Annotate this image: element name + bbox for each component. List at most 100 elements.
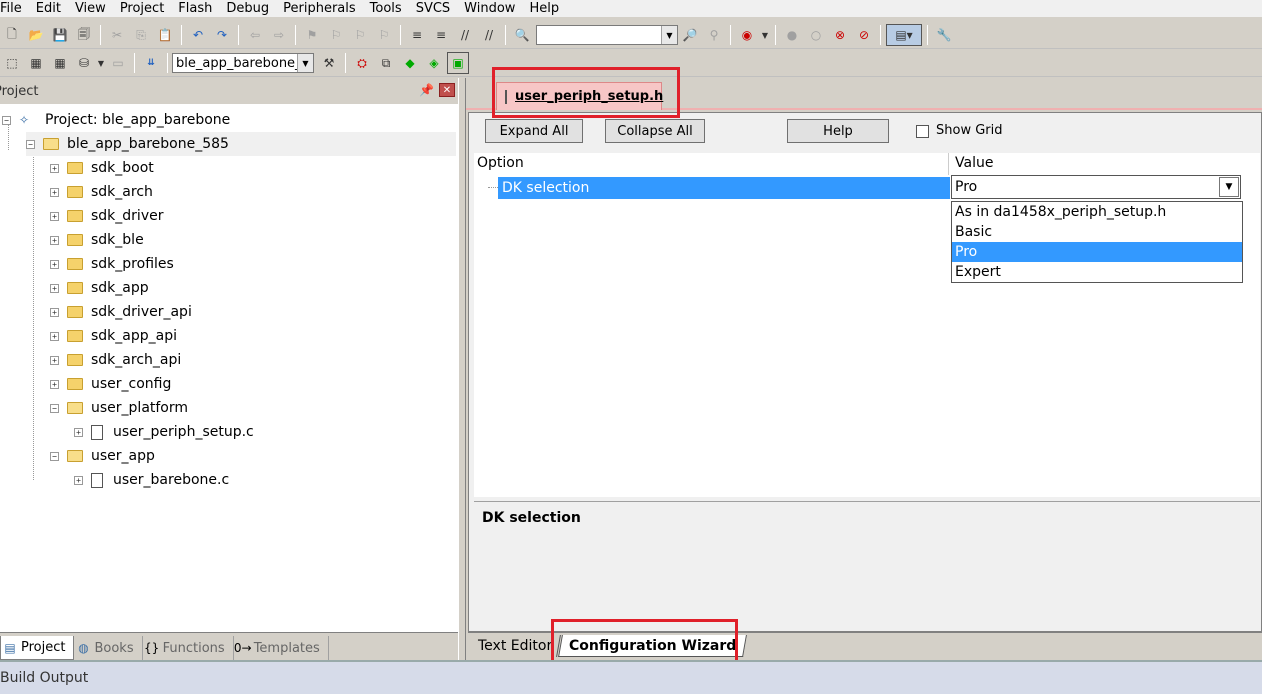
indent-icon[interactable]: ≡ [406,24,428,46]
expand-icon[interactable]: + [50,163,59,173]
tree-group[interactable]: + sdk_app [50,276,149,300]
collapse-icon[interactable]: − [50,403,59,413]
collapse-icon[interactable]: − [26,139,35,149]
expand-icon[interactable]: + [50,259,59,269]
target-select[interactable]: ble_app_barebone_5 ▼ [172,53,314,73]
incremental-find-icon[interactable]: ⚲ [703,24,725,46]
unindent-icon[interactable]: ≡ [430,24,452,46]
menu-file[interactable]: File [0,1,28,17]
build-icon[interactable]: ▦ [25,52,47,74]
menu-edit[interactable]: Edit [36,1,67,17]
menu-peripherals[interactable]: Peripherals [283,1,362,17]
breakpoint-icon[interactable]: ● [781,24,803,46]
disable-all-breakpoints-icon[interactable]: ⊗ [829,24,851,46]
collapse-icon[interactable]: − [2,115,11,125]
expand-icon[interactable]: + [50,331,59,341]
tree-group[interactable]: + sdk_arch_api [50,348,181,372]
uncomment-icon[interactable]: // [478,24,500,46]
find-in-files-icon[interactable]: 🔍 [511,24,533,46]
manage-components-icon[interactable]: ⛭ [351,52,373,74]
panel-splitter[interactable] [458,78,466,660]
dropdown-option[interactable]: As in da1458x_periph_setup.h [952,202,1242,222]
project-root[interactable]: − ✧ Project: ble_app_barebone [2,108,230,132]
disable-breakpoint-icon[interactable]: ○ [805,24,827,46]
tree-group[interactable]: + sdk_boot [50,156,154,180]
next-bookmark-icon[interactable]: ⚐ [349,24,371,46]
tree-group[interactable]: + user_config [50,372,171,396]
tree-group[interactable]: + sdk_driver [50,204,163,228]
find-icon[interactable]: 🔎 [679,24,701,46]
cut-icon[interactable]: ✂ [106,24,128,46]
pack-installer-icon[interactable]: ◈ [423,52,445,74]
batch-build-icon[interactable]: ⛁ [73,52,95,74]
menu-flash[interactable]: Flash [178,1,218,17]
open-folder-icon[interactable]: 📂 [25,24,47,46]
menu-window[interactable]: Window [464,1,521,17]
download-icon[interactable]: ⇊ [140,52,162,74]
expand-icon[interactable]: + [50,379,59,389]
comment-icon[interactable]: // [454,24,476,46]
tree-group[interactable]: + sdk_ble [50,228,144,252]
save-icon[interactable]: 💾 [49,24,71,46]
menu-debug[interactable]: Debug [226,1,275,17]
option-row-dk-selection[interactable]: DK selection [498,177,950,199]
rebuild-icon[interactable]: ▦ [49,52,71,74]
tree-file[interactable]: + user_barebone.c [74,468,229,492]
dropdown-option-selected[interactable]: Pro [952,242,1242,262]
value-select[interactable]: Pro ▼ [951,175,1241,199]
tree-group-user-app[interactable]: − user_app [50,444,155,468]
clear-bookmarks-icon[interactable]: ⚐ [373,24,395,46]
collapse-icon[interactable]: − [50,451,59,461]
expand-all-button[interactable]: Expand All [485,119,583,143]
kill-breakpoints-icon[interactable]: ⊘ [853,24,875,46]
dropdown-arrow-icon[interactable]: ▼ [97,52,105,74]
select-packs-icon[interactable]: ◆ [399,52,421,74]
target-options-icon[interactable]: ⚒ [318,52,340,74]
build-output-panel[interactable]: Build Output [0,660,1262,694]
chevron-down-icon[interactable]: ▼ [1219,177,1239,197]
column-divider[interactable] [948,153,949,175]
pin-icon[interactable]: 📌 [419,83,434,97]
tree-group[interactable]: + sdk_driver_api [50,300,192,324]
expand-icon[interactable]: + [74,427,83,437]
tab-text-editor[interactable]: Text Editor [470,635,562,657]
collapse-all-button[interactable]: Collapse All [605,119,705,143]
configure-icon[interactable]: 🔧 [933,24,955,46]
expand-icon[interactable]: + [50,283,59,293]
help-button[interactable]: Help [787,119,889,143]
expand-icon[interactable]: + [50,235,59,245]
dropdown-option[interactable]: Basic [952,222,1242,242]
save-all-icon[interactable]: 🗐 [73,24,95,46]
tree-group[interactable]: + sdk_arch [50,180,153,204]
undo-icon[interactable]: ↶ [187,24,209,46]
copy-icon[interactable]: ⎘ [130,24,152,46]
menu-svcs[interactable]: SVCS [416,1,456,17]
nav-back-icon[interactable]: ⇦ [244,24,266,46]
chevron-down-icon[interactable]: ▼ [297,54,313,72]
window-layout-icon[interactable]: ▤▾ [886,24,922,46]
paste-icon[interactable]: 📋 [154,24,176,46]
run-time-env-icon[interactable]: ▣ [447,52,469,74]
dropdown-arrow-icon[interactable]: ▼ [760,24,770,46]
bookmark-icon[interactable]: ⚑ [301,24,323,46]
expand-icon[interactable]: + [50,307,59,317]
redo-icon[interactable]: ↷ [211,24,233,46]
tab-templates[interactable]: 0→ Templates [234,636,329,660]
tree-group-user-platform[interactable]: − user_platform [50,396,188,420]
menu-tools[interactable]: Tools [370,1,408,17]
tab-functions[interactable]: {} Functions [143,636,234,660]
nav-forward-icon[interactable]: ⇨ [268,24,290,46]
expand-icon[interactable]: + [50,211,59,221]
prev-bookmark-icon[interactable]: ⚐ [325,24,347,46]
menu-view[interactable]: View [75,1,112,17]
expand-icon[interactable]: + [74,475,83,485]
tree-group[interactable]: + sdk_profiles [50,252,174,276]
find-combo[interactable]: ▼ [536,25,678,45]
expand-icon[interactable]: + [50,187,59,197]
stop-build-icon[interactable]: ▭ [107,52,129,74]
target-node[interactable]: − ble_app_barebone_585 [26,132,456,156]
tree-file[interactable]: + user_periph_setup.c [74,420,254,444]
menu-help[interactable]: Help [529,1,565,17]
menu-project[interactable]: Project [120,1,170,17]
new-file-icon[interactable]: 🗋 [1,24,23,46]
